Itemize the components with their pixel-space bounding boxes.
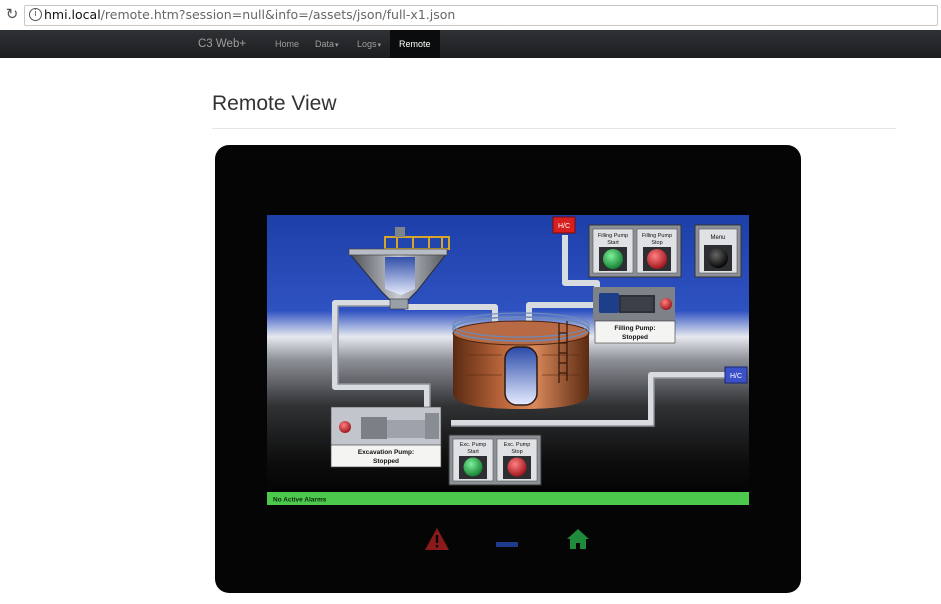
excavation-pump-status-line1: Excavation Pump: [358,449,414,456]
nav-remote[interactable]: Remote [390,30,440,58]
filling-stop-label-2: Stop [651,240,662,246]
hmi-remote-screen[interactable]: Filling Pump: Stopped Excavation Pump: S… [267,215,749,505]
filling-pump-status-line2: Stopped [622,334,648,341]
filling-pump-stop-button[interactable]: Filling Pump Stop [636,228,678,274]
exc-stop-label-2: Stop [511,449,522,455]
menu-button-black-light [708,248,728,268]
stop-button-red-light [507,457,527,477]
filling-stop-label-1: Filling Pump [642,233,672,239]
alarm-status-text: No Active Alarms [273,497,327,504]
home-icon[interactable] [566,528,590,550]
exc-start-label-1: Exc. Pump [460,442,487,448]
exc-start-label-2: Start [467,449,479,455]
filling-start-label-2: Start [607,240,619,246]
hc-top-label: H/C [558,223,570,230]
filling-pump-start-button[interactable]: Filling Pump Start [592,228,634,274]
url-field[interactable]: i hmi.local/remote.htm?session=null&info… [24,5,938,26]
menu-label: Menu [710,235,725,241]
filling-pump-graphic [593,287,675,321]
top-navbar: C3 Web+ Home Data▾ Logs▾ Remote [0,30,941,58]
page-title: Remote View [212,92,337,115]
nav-logs-label: Logs [357,39,377,49]
nav-remote-label: Remote [399,39,431,49]
reload-icon[interactable]: ↻ [3,6,21,24]
caret-down-icon: ▾ [377,42,382,49]
minimize-icon[interactable] [496,542,518,547]
caret-down-icon: ▾ [335,42,339,49]
filling-pump-status-light [660,298,672,310]
nav-home[interactable]: Home [275,30,299,58]
navbar-brand[interactable]: C3 Web+ [198,30,246,58]
info-icon[interactable]: i [29,8,42,21]
stop-button-red-light [647,249,667,269]
hc-top-button[interactable]: H/C [552,216,576,234]
filling-start-label-1: Filling Pump [598,233,628,239]
hc-right-label: H/C [730,373,742,380]
nav-data-label: Data [315,39,335,49]
hc-right-button[interactable]: H/C [724,366,748,384]
title-divider [212,128,896,129]
excavation-pump-status-line2: Stopped [373,458,399,465]
alarm-status-bar [267,492,749,505]
start-button-green-light [463,457,483,477]
url-text: hmi.local/remote.htm?session=null&info=/… [44,7,455,23]
nav-data-dropdown[interactable]: Data▾ [315,30,339,58]
exc-pump-start-button[interactable]: Exc. Pump Start [452,438,494,482]
start-button-green-light [603,249,623,269]
alarm-icon[interactable] [424,527,450,551]
url-path: /remote.htm?session=null&info=/assets/js… [100,7,456,22]
exc-pump-stop-button[interactable]: Exc. Pump Stop [496,438,538,482]
filling-pump-status-line1: Filling Pump: [614,325,655,332]
round-tank [452,312,590,409]
nav-logs-dropdown[interactable]: Logs▾ [357,30,381,58]
browser-address-bar: ↻ i hmi.local/remote.htm?session=null&in… [0,0,941,31]
menu-button[interactable]: Menu [694,224,742,278]
exc-stop-label-1: Exc. Pump [504,442,531,448]
url-host: hmi.local [44,7,101,22]
excavation-pump-status-light [339,421,351,433]
nav-home-label: Home [275,39,300,49]
